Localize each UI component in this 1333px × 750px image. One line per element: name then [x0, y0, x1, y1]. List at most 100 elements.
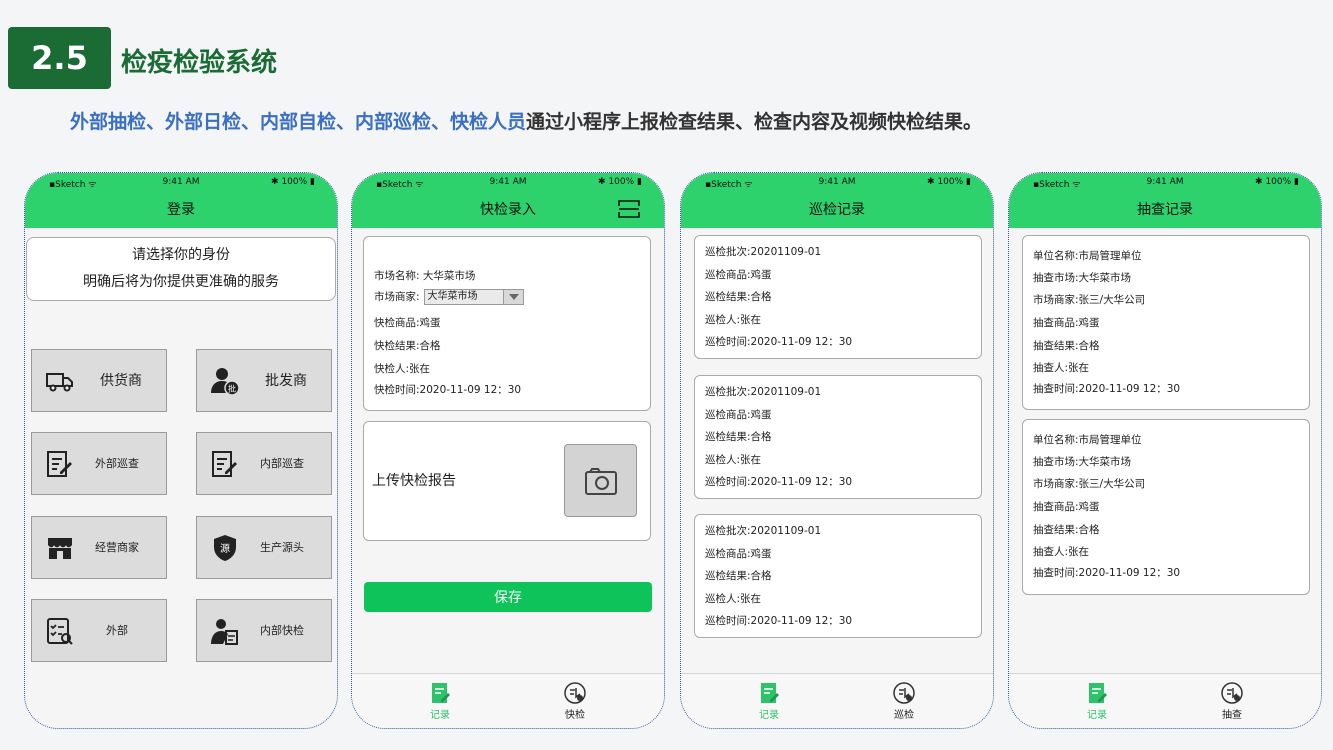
patrol-icon: [893, 682, 915, 704]
tab-label: 记录: [1087, 710, 1107, 721]
patrol-icon: [564, 682, 586, 704]
market-name: 市场名称: 大华菜市场: [374, 270, 476, 282]
role-label: 批发商: [265, 373, 307, 389]
record-line: 巡检时间:2020-11-09 12：30: [705, 336, 853, 348]
role-label: 内部巡查: [260, 457, 304, 470]
record-line: 单位名称:市局管理单位: [1033, 434, 1142, 446]
spot-check-record-card[interactable]: 单位名称:市局管理单位 抽查市场:大华菜市场 市场商家:张三/大华公司 抽查商品…: [1022, 419, 1310, 595]
battery-label: ✱ 100% ▮: [598, 177, 642, 187]
upload-label: 上传快检报告: [372, 473, 456, 489]
merchant-select-value: 大华菜市场: [427, 291, 478, 302]
role-label: 供货商: [100, 373, 142, 389]
record-line: 单位名称:市局管理单位: [1033, 250, 1142, 262]
identity-prompt-line1: 请选择你的身份: [132, 247, 230, 263]
tab-label: 记录: [430, 710, 450, 721]
section-badge: 2.5: [8, 27, 111, 89]
headline-rest: 通过小程序上报检查结果、检查内容及视频快检结果。: [526, 111, 983, 133]
battery-label: ✱ 100% ▮: [927, 177, 971, 187]
tab-spot-check[interactable]: 抽查: [1202, 682, 1262, 721]
camera-icon: [585, 468, 617, 495]
record-icon: [432, 683, 450, 703]
record-line: 巡检批次:20201109-01: [705, 386, 822, 398]
nav-bar: 抽查记录: [1009, 190, 1321, 228]
record-line: 抽查结果:合格: [1033, 524, 1100, 536]
role-merchant-button[interactable]: 经营商家: [31, 516, 167, 579]
tab-records[interactable]: 记录: [410, 682, 470, 721]
record-icon: [1089, 683, 1107, 703]
patrol-record-card[interactable]: 巡检批次:20201109-01 巡检商品:鸡蛋 巡检结果:合格 巡检人:张在 …: [694, 235, 982, 359]
record-line: 巡检批次:20201109-01: [705, 525, 822, 537]
tab-bar: 记录 抽查: [1009, 673, 1321, 728]
chevron-down-icon: [502, 290, 523, 304]
record-line: 抽查时间:2020-11-09 12：30: [1033, 383, 1181, 395]
patrol-records-phone: ▪Sketch ᯤ 9:41 AM ✱ 100% ▮ 巡检记录 巡检批次:202…: [680, 172, 994, 729]
role-label: 经营商家: [95, 541, 139, 554]
role-wholesaler-button[interactable]: 批 批发商: [196, 349, 332, 412]
tab-quick-check[interactable]: 快检: [545, 682, 605, 721]
record-line: 抽查人:张在: [1033, 362, 1090, 374]
battery-label: ✱ 100% ▮: [271, 177, 315, 187]
nav-bar: 巡检记录: [681, 190, 993, 228]
role-label: 生产源头: [260, 541, 304, 554]
status-bar: ▪Sketch ᯤ 9:41 AM ✱ 100% ▮: [681, 173, 993, 190]
role-label: 外部: [106, 624, 128, 637]
upload-report-card: 上传快检报告: [363, 421, 651, 541]
patrol-record-card[interactable]: 巡检批次:20201109-01 巡检商品:鸡蛋 巡检结果:合格 巡检人:张在 …: [694, 375, 982, 499]
spot-check-record-card[interactable]: 单位名称:市局管理单位 抽查市场:大华菜市场 市场商家:张三/大华公司 抽查商品…: [1022, 235, 1310, 410]
record-line: 市场商家:张三/大华公司: [1033, 478, 1146, 490]
battery-label: ✱ 100% ▮: [1255, 177, 1299, 187]
role-source-button[interactable]: 源 生产源头: [196, 516, 332, 579]
record-line: 巡检商品:鸡蛋: [705, 269, 772, 281]
tab-bar: 记录 快检: [352, 673, 664, 728]
tab-records[interactable]: 记录: [739, 682, 799, 721]
identity-prompt: 请选择你的身份 明确后将为你提供更准确的服务: [26, 237, 336, 301]
tab-patrol[interactable]: 巡检: [874, 682, 934, 721]
identity-prompt-line2: 明确后将为你提供更准确的服务: [83, 274, 279, 290]
record-line: 抽查市场:大华菜市场: [1033, 456, 1132, 468]
tab-bar: 记录 巡检: [681, 673, 993, 728]
save-button[interactable]: 保存: [364, 582, 652, 612]
role-label: 外部巡查: [95, 457, 139, 470]
time-row: 快检时间:2020-11-09 12：30: [374, 384, 522, 396]
tab-label: 记录: [759, 710, 779, 721]
record-line: 巡检人:张在: [705, 454, 762, 466]
record-line: 巡检批次:20201109-01: [705, 246, 822, 258]
nav-title: 快检录入: [480, 202, 536, 218]
record-line: 抽查市场:大华菜市场: [1033, 272, 1132, 284]
record-icon: [761, 683, 779, 703]
merchant-label: 市场商家:: [374, 291, 420, 303]
role-internal-patrol-button[interactable]: 内部巡查: [196, 432, 332, 495]
product-row: 快检商品:鸡蛋: [374, 317, 441, 329]
merchant-select[interactable]: 大华菜市场: [423, 289, 524, 305]
tab-records[interactable]: 记录: [1067, 682, 1127, 721]
person-row: 快检人:张在: [374, 363, 431, 375]
record-line: 抽查人:张在: [1033, 546, 1090, 558]
nav-title: 抽查记录: [1137, 202, 1193, 218]
role-supplier-button[interactable]: 供货商: [31, 349, 167, 412]
record-line: 巡检时间:2020-11-09 12：30: [705, 615, 853, 627]
upload-photo-button[interactable]: [564, 444, 637, 517]
quick-check-form: 市场名称: 大华菜市场 市场商家: 大华菜市场 快检商品:鸡蛋 快检结果:合格 快…: [363, 236, 651, 411]
headline-highlight: 外部抽检、外部日检、内部自检、内部巡检、快检人员: [70, 111, 527, 133]
scan-icon[interactable]: [618, 199, 640, 219]
record-line: 抽查商品:鸡蛋: [1033, 501, 1100, 513]
role-external-button[interactable]: 外部: [31, 599, 167, 662]
record-line: 抽查商品:鸡蛋: [1033, 317, 1100, 329]
patrol-record-card[interactable]: 巡检批次:20201109-01 巡检商品:鸡蛋 巡检结果:合格 巡检人:张在 …: [694, 514, 982, 638]
role-internal-quick-check-button[interactable]: 内部快检: [196, 599, 332, 662]
status-bar: ▪Sketch ᯤ 9:41 AM ✱ 100% ▮: [25, 173, 337, 190]
tab-label: 巡检: [894, 710, 914, 721]
page-title: 检疫检验系统: [121, 48, 278, 78]
role-external-patrol-button[interactable]: 外部巡查: [31, 432, 167, 495]
record-line: 巡检时间:2020-11-09 12：30: [705, 476, 853, 488]
record-line: 抽查时间:2020-11-09 12：30: [1033, 567, 1181, 579]
spot-check-phone: ▪Sketch ᯤ 9:41 AM ✱ 100% ▮ 抽查记录 单位名称:市局管…: [1008, 172, 1322, 729]
record-line: 巡检结果:合格: [705, 291, 772, 303]
tab-label: 快检: [565, 710, 585, 721]
headline: 外部抽检、外部日检、内部自检、内部巡检、快检人员通过小程序上报检查结果、检查内容…: [70, 107, 982, 134]
record-line: 巡检人:张在: [705, 593, 762, 605]
record-line: 巡检人:张在: [705, 314, 762, 326]
tab-label: 抽查: [1222, 710, 1242, 721]
record-line: 巡检商品:鸡蛋: [705, 409, 772, 421]
record-line: 抽查结果:合格: [1033, 340, 1100, 352]
